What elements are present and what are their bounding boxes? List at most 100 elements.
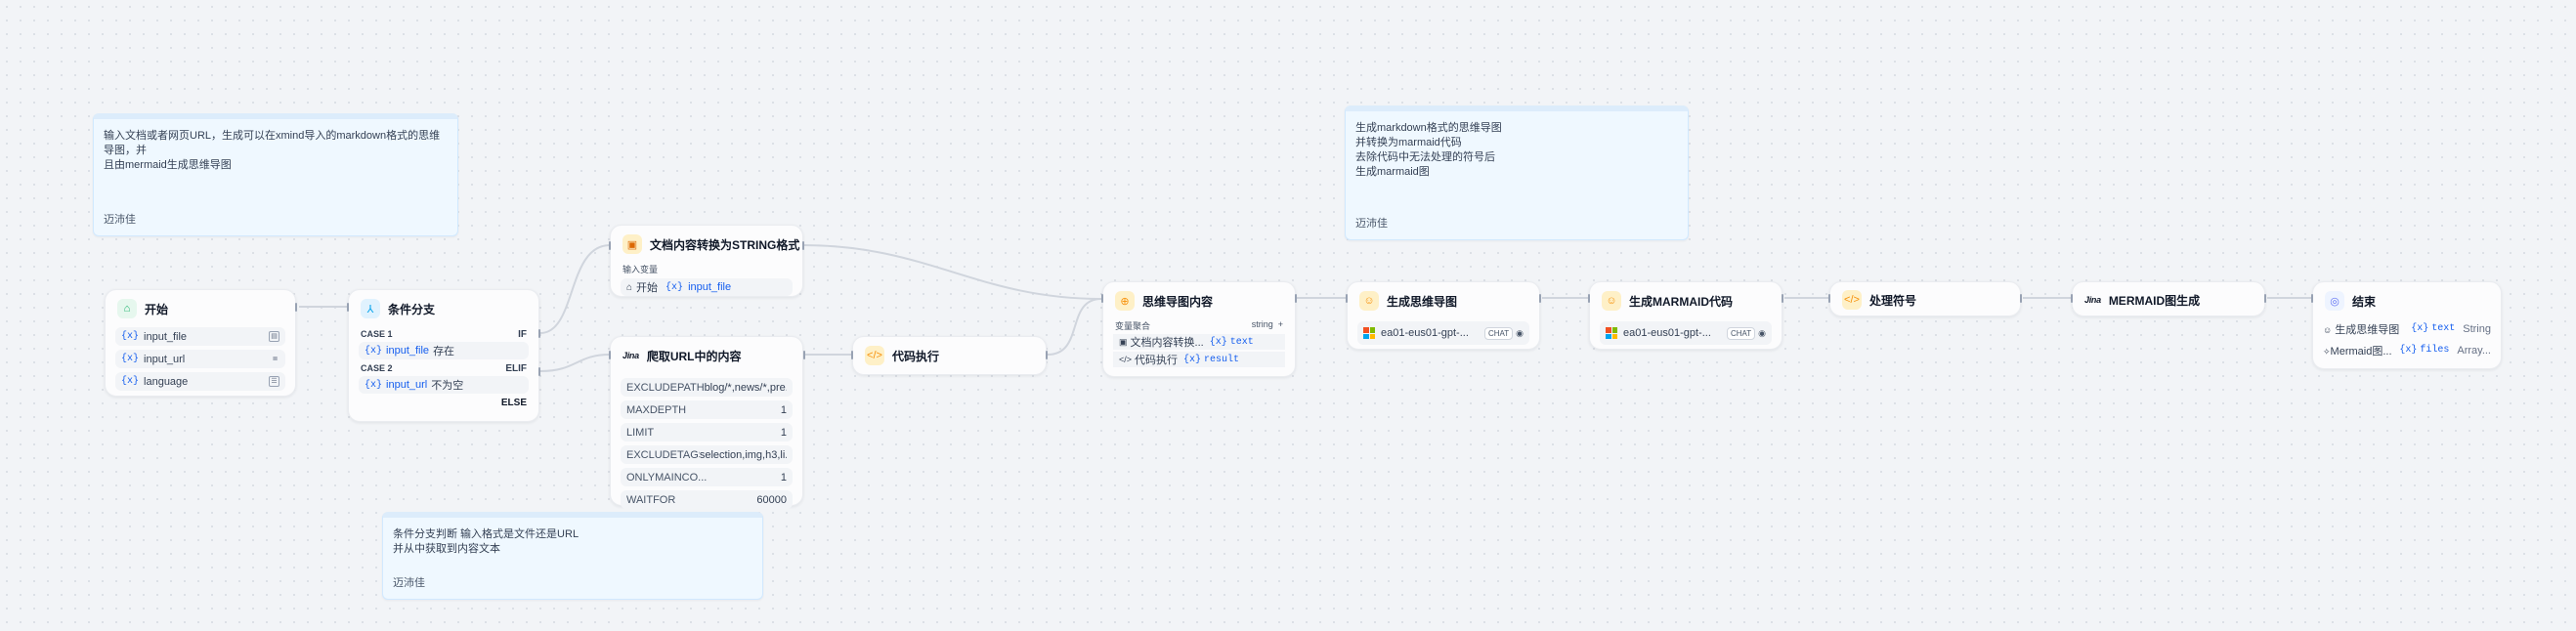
port-end-in[interactable] — [2311, 294, 2313, 303]
tool-icon: ✧ — [2323, 346, 2331, 357]
node-mermaid-gen[interactable]: Jina MERMAID图生成 — [2072, 281, 2265, 316]
condition-var: input_url — [386, 379, 428, 391]
node-docextract[interactable]: ▣ 文档内容转换为STRING格式 输入变量 ⌂ 开始 {x} input_fi… — [610, 225, 803, 297]
else-label: ELSE — [500, 398, 527, 408]
var-name: input_url — [144, 353, 186, 365]
workflow-canvas[interactable]: 输入文档或者网页URL，生成可以在xmind导入的markdown格式的思维导图… — [0, 0, 2576, 631]
select-type-icon: ☰ — [269, 376, 279, 387]
node-start[interactable]: ⌂ 开始 {x} input_file ▤ {x} input_url ≣ {x… — [105, 289, 296, 397]
port-llm2-out[interactable] — [1782, 294, 1783, 303]
var-name: language — [144, 375, 189, 388]
variable-icon: {x} — [365, 345, 383, 357]
param-row: EXCLUDETAGS selection,img,h3,li... — [621, 445, 793, 464]
var-name: input_file — [688, 281, 732, 293]
node-llm-mindmap[interactable]: ☺ 生成思维导图 ea01-eus01-gpt-... CHAT ◉ — [1347, 281, 1540, 350]
output-type: string — [1251, 319, 1273, 329]
port-ifelse-case2[interactable] — [538, 367, 540, 376]
note-intro[interactable]: 输入文档或者网页URL，生成可以在xmind导入的markdown格式的思维导图… — [93, 113, 458, 236]
file-type-icon: ▤ — [269, 331, 279, 342]
edge-docextract-aggregator — [802, 244, 1102, 300]
port-clean-out[interactable] — [2020, 294, 2022, 303]
port-start-out[interactable] — [295, 303, 297, 312]
end-output-row[interactable]: ✧Mermaid图... {x} files Array... — [2323, 341, 2491, 359]
model-name: ea01-eus01-gpt-... — [1381, 327, 1469, 339]
note-text: 条件分支判断 输入格式是文件还是URL 并从中获取到内容文本 — [393, 528, 580, 555]
model-selector[interactable]: ea01-eus01-gpt-... CHAT ◉ — [1357, 321, 1529, 345]
plus-icon[interactable]: + — [1278, 319, 1283, 329]
port-mermaid-in[interactable] — [2071, 294, 2073, 303]
variable-icon: {x} — [2411, 323, 2429, 334]
var-type: Array... — [2457, 344, 2491, 357]
condition-row[interactable]: {x} input_file 存在 — [359, 342, 529, 359]
model-mode-chip: CHAT — [1726, 326, 1756, 340]
code-icon: </> — [865, 346, 884, 365]
aggregator-var-row[interactable]: </> 代码执行 {x} result — [1113, 352, 1285, 367]
port-code-in[interactable] — [851, 351, 853, 359]
port-aggregator-out[interactable] — [1295, 294, 1297, 303]
source-node: ✧Mermaid图... — [2323, 345, 2392, 358]
port-llm2-in[interactable] — [1588, 294, 1590, 303]
variable-icon: {x} — [121, 354, 140, 364]
param-row: EXCLUDEPATHS blog/*,news/*,pre... — [621, 378, 793, 397]
port-code-out[interactable] — [1046, 351, 1048, 359]
port-mermaid-out[interactable] — [2264, 294, 2266, 303]
note-mindmap[interactable]: 生成markdown格式的思维导图 并转换为marmaid代码 去除代码中无法处… — [1345, 105, 1689, 240]
aggregator-label: 变量聚合 — [1115, 321, 1151, 331]
node-title: 爬取URL中的内容 — [646, 349, 742, 363]
end-icon: ◎ — [2325, 291, 2344, 311]
start-node-icon: ⌂ — [626, 281, 633, 293]
node-title: 结束 — [2352, 294, 2377, 309]
node-ifelse[interactable]: ⅄ 条件分支 CASE 1 IF {x} input_file 存在 CASE … — [348, 289, 539, 422]
param-row: WAITFOR 60000 — [621, 490, 793, 509]
var-name: input_file — [144, 330, 188, 343]
port-jina-out[interactable] — [803, 351, 805, 359]
end-output-row[interactable]: ☺ 生成思维导图 {x} text String — [2323, 319, 2491, 338]
node-end[interactable]: ◎ 结束 ☺ 生成思维导图 {x} text String ✧Mermaid图.… — [2312, 281, 2502, 369]
port-ifelse-in[interactable] — [347, 303, 349, 312]
branch-icon: ⅄ — [361, 299, 380, 318]
model-selector[interactable]: ea01-eus01-gpt-... CHAT ◉ — [1600, 321, 1772, 345]
port-llm1-out[interactable] — [1539, 294, 1541, 303]
variable-icon: {x} — [121, 331, 140, 342]
input-label: 输入变量 — [623, 265, 659, 274]
variable-icon: {x} — [665, 281, 684, 293]
node-code[interactable]: </> 代码执行 — [852, 336, 1047, 375]
port-ifelse-case1[interactable] — [538, 329, 540, 338]
node-clean-symbols[interactable]: </> 处理符号 — [1829, 281, 2021, 316]
node-title: MERMAID图生成 — [2108, 293, 2201, 308]
start-var-input_file[interactable]: {x} input_file ▤ — [115, 327, 285, 346]
port-jina-in[interactable] — [609, 351, 611, 359]
port-aggregator-in[interactable] — [1101, 294, 1103, 303]
source-node: 代码执行 — [1135, 355, 1179, 366]
variable-icon: {x} — [365, 379, 383, 391]
aggregator-icon: ⊕ — [1115, 291, 1135, 311]
var-name: text — [1229, 336, 1254, 348]
note-text: 生成markdown格式的思维导图 并转换为marmaid代码 去除代码中无法处… — [1355, 122, 1502, 178]
node-jina-crawl[interactable]: Jina 爬取URL中的内容 EXCLUDEPATHS blog/*,news/*… — [610, 336, 803, 509]
var-name: files — [2420, 345, 2450, 356]
eye-icon: ◉ — [1516, 327, 1524, 338]
start-var-input_url[interactable]: {x} input_url ≣ — [115, 350, 285, 368]
case-label: CASE 2 — [361, 363, 393, 373]
node-title: 处理符号 — [1869, 293, 1917, 308]
case-label: CASE 1 — [361, 329, 393, 339]
note-author: 迈沛佳 — [393, 577, 425, 589]
condition-row[interactable]: {x} input_url 不为空 — [359, 376, 529, 394]
node-aggregator[interactable]: ⊕ 思维导图内容 变量聚合 string + ▣ 文档内容转换... {x} t… — [1102, 281, 1296, 377]
port-llm1-in[interactable] — [1346, 294, 1348, 303]
document-icon: ▣ — [1119, 336, 1128, 347]
port-clean-in[interactable] — [1828, 294, 1830, 303]
note-branch[interactable]: 条件分支判断 输入格式是文件还是URL 并从中获取到内容文本 迈沛佳 — [382, 512, 763, 600]
input-var-row[interactable]: ⌂ 开始 {x} input_file — [621, 278, 793, 296]
note-text: 输入文档或者网页URL，生成可以在xmind导入的markdown格式的思维导图… — [104, 130, 441, 171]
node-llm-mermaid[interactable]: ☺ 生成MARMAID代码 ea01-eus01-gpt-... CHAT ◉ — [1589, 281, 1782, 350]
eye-icon: ◉ — [1758, 327, 1766, 338]
start-var-language[interactable]: {x} language ☰ — [115, 372, 285, 391]
aggregator-var-row[interactable]: ▣ 文档内容转换... {x} text — [1113, 334, 1285, 350]
port-docextract-in[interactable] — [609, 241, 611, 250]
llm-icon: ☺ — [2323, 324, 2333, 335]
var-name: text — [2431, 323, 2456, 334]
jina-logo-icon: Jina — [623, 351, 639, 360]
port-docextract-out[interactable] — [802, 241, 804, 250]
llm-icon: ☺ — [1359, 291, 1379, 311]
